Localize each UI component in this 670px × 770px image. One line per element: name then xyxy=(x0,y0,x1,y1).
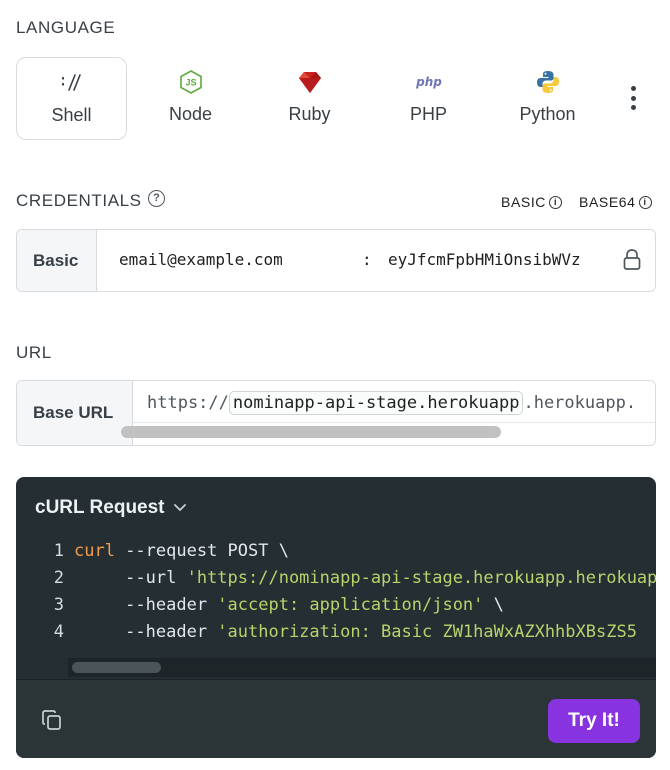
language-tab-node[interactable]: JS Node xyxy=(135,57,246,140)
url-prefix: https:// xyxy=(147,393,229,413)
url-heading: URL xyxy=(16,343,52,362)
line-number: 4 xyxy=(53,622,64,642)
url-host-input[interactable]: nominapp-api-stage.herokuapp xyxy=(228,391,524,415)
code-keyword: curl xyxy=(74,541,115,561)
credentials-heading: CREDENTIALS xyxy=(16,191,142,210)
ruby-icon xyxy=(254,70,365,94)
code-text: --header 'authorization: Basic ZW1haWxAZ… xyxy=(74,622,637,642)
language-label: Shell xyxy=(51,105,92,125)
language-picker: Shell JS Node Ruby php PHP Python xyxy=(16,57,656,140)
info-icon: i xyxy=(549,195,563,209)
code-token: --request POST \ xyxy=(114,541,289,561)
credentials-input-group: Basic email@example.com : eyJfcmFpbHMiOn… xyxy=(16,229,656,292)
auth-type-tag: Basic xyxy=(17,230,97,291)
code-string: 'accept: application/json' xyxy=(217,595,484,615)
code-token: --url xyxy=(74,568,187,588)
code-text: curl --request POST \ xyxy=(74,541,289,561)
php-icon: php xyxy=(373,70,484,94)
auth-option-base64[interactable]: BASE64 i xyxy=(579,194,652,210)
auth-option-label: BASE64 xyxy=(579,194,636,210)
language-tab-python[interactable]: Python xyxy=(492,57,603,140)
base-url-value: https://nominapp-api-stage.herokuapp .her… xyxy=(147,391,636,415)
auth-option-basic[interactable]: BASIC i xyxy=(501,194,563,210)
language-tab-ruby[interactable]: Ruby xyxy=(254,57,365,140)
auth-option-label: BASIC xyxy=(501,194,547,210)
more-vertical-icon[interactable] xyxy=(618,86,648,110)
code-token: \ xyxy=(483,595,504,615)
language-label: Python xyxy=(519,104,576,124)
password-field[interactable]: eyJfcmFpbHMiOnsibWVz xyxy=(388,250,581,269)
url-scrollbar[interactable] xyxy=(121,426,501,438)
chevron-down-icon xyxy=(173,504,186,511)
code-scrollbar[interactable] xyxy=(72,662,161,673)
svg-text:JS: JS xyxy=(185,78,196,88)
code-panel-footer: Try It! xyxy=(16,679,656,758)
language-tab-php[interactable]: php PHP xyxy=(373,57,484,140)
line-number: 1 xyxy=(53,541,64,561)
code-panel: cURL Request 1 curl --request POST \ 2 --u… xyxy=(16,477,656,758)
code-token: --header xyxy=(74,622,218,642)
python-icon xyxy=(492,70,603,94)
code-text: --url 'https://nominapp-api-stage.heroku… xyxy=(74,568,656,588)
base-url-tag: Base URL xyxy=(17,381,133,445)
info-icon: i xyxy=(638,195,652,209)
shell-icon xyxy=(17,71,126,95)
svg-text:php: php xyxy=(415,75,442,89)
line-number: 3 xyxy=(53,595,64,615)
try-it-button[interactable]: Try It! xyxy=(548,699,640,743)
code-string: 'https://nominapp-api-stage.herokuapp.he… xyxy=(186,568,656,588)
url-suffix: .herokuapp. xyxy=(523,393,637,413)
code-string: 'authorization: Basic ZW1haWxAZXhhbXBsZS… xyxy=(217,622,637,642)
nodejs-icon: JS xyxy=(135,70,246,94)
lock-icon[interactable] xyxy=(621,248,643,277)
language-heading: LANGUAGE xyxy=(16,18,116,37)
code-token: --header xyxy=(74,595,218,615)
language-label: Ruby xyxy=(288,104,331,124)
language-tab-shell[interactable]: Shell xyxy=(16,57,127,140)
code-panel-title: cURL Request xyxy=(35,497,165,518)
code-text: --header 'accept: application/json' \ xyxy=(74,595,504,615)
help-icon[interactable]: ? xyxy=(148,190,165,207)
language-label: PHP xyxy=(409,104,447,124)
request-format-dropdown[interactable]: cURL Request xyxy=(35,497,187,519)
line-number: 2 xyxy=(53,568,64,588)
copy-icon[interactable] xyxy=(40,708,64,732)
username-field[interactable]: email@example.com xyxy=(119,250,283,269)
credential-separator: : xyxy=(362,250,372,269)
language-label: Node xyxy=(168,104,213,124)
